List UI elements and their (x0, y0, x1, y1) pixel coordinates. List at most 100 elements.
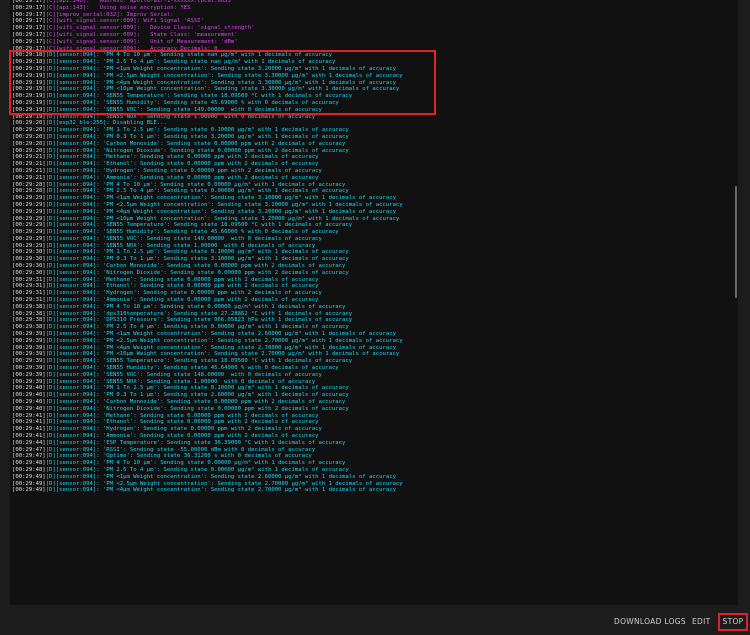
log-line: [00:29:31][D][sensor:094]: 'Hydrogen': S… (12, 290, 732, 297)
log-timestamp: [00:29:19] (12, 93, 46, 100)
log-message: [D][sensor:094]: 'PM <10µm Weight concen… (45, 215, 400, 222)
log-line: [00:29:20][D][sensor:094]: 'PM 0.3 To 1 … (12, 134, 732, 141)
log-line: [00:29:49][D][sensor:094]: 'PM <1µm Weig… (12, 474, 732, 481)
log-line: [00:29:19][D][sensor:094]: 'SEN55 VOC': … (12, 107, 732, 114)
log-timestamp: [00:29:39] (12, 365, 46, 372)
log-line: [00:29:30][D][sensor:094]: 'PM 0.3 To 1 … (12, 256, 732, 263)
log-timestamp: [00:29:38] (12, 324, 46, 331)
log-timestamp: [00:29:17] (12, 11, 46, 18)
log-timestamp: [00:29:49] (12, 480, 46, 487)
log-timestamp: [00:29:38] (12, 303, 46, 310)
log-timestamp: [00:29:20] (12, 127, 46, 134)
log-timestamp: [00:29:21] (12, 174, 46, 181)
log-timestamp: [00:29:39] (12, 351, 46, 358)
log-timestamp: [00:29:17] (12, 25, 46, 32)
log-line: [00:29:39][D][sensor:094]: 'SEN55 VOC': … (12, 372, 732, 379)
log-timestamp: [00:29:30] (12, 263, 46, 270)
log-output-panel[interactable]: [00:29:17][C][api:140]: Address: apollo-… (10, 0, 738, 605)
download-logs-button[interactable]: DOWNLOAD LOGS (614, 615, 686, 629)
log-message: [D][sensor:094]: 'PM <4µm Weight concent… (45, 208, 396, 215)
log-line: [00:29:39][D][sensor:094]: 'PM <4µm Weig… (12, 345, 732, 352)
log-line: [00:29:20][D][esp32_ble:255]: Disabling … (12, 120, 732, 127)
log-line: [00:29:31][D][sensor:094]: 'Ammonia': Se… (12, 297, 732, 304)
log-line: [00:29:28][D][sensor:094]: 'PM 2.5 To 4 … (12, 188, 732, 195)
log-line: [00:29:41][D][sensor:094]: 'Ammonia': Se… (12, 433, 732, 440)
log-message: [D][sensor:094]: 'RSSI': Sending state -… (45, 446, 316, 453)
log-message: [D][sensor:094]: 'PM 4 To 10 µm': Sendin… (45, 181, 346, 188)
log-timestamp: [00:29:40] (12, 385, 46, 392)
log-line: [00:29:41][D][sensor:094]: 'Ethanol': Se… (12, 419, 732, 426)
log-message: [D][sensor:094]: 'PM 4 To 10 µm': Sendin… (45, 303, 346, 310)
log-message: [D][sensor:094]: 'PM <1µm Weight concent… (45, 195, 396, 202)
log-timestamp: [00:29:39] (12, 371, 46, 378)
log-line: [00:29:21][D][sensor:094]: 'Ammonia': Se… (12, 175, 732, 182)
log-timestamp: [00:29:39] (12, 358, 46, 365)
log-line: [00:29:29][D][sensor:094]: 'SEN55 Temper… (12, 222, 732, 229)
log-timestamp: [00:29:19] (12, 79, 46, 86)
log-timestamp: [00:29:17] (12, 4, 46, 11)
scrollbar-thumb[interactable] (735, 186, 737, 298)
log-timestamp: [00:29:29] (12, 222, 46, 229)
log-message: [D][sensor:094]: 'PM <2.5µm Weight conce… (45, 337, 403, 344)
log-lines: [00:29:17][C][api:140]: Address: apollo-… (12, 0, 732, 494)
log-timestamp: [00:29:39] (12, 378, 46, 385)
log-timestamp: [00:29:31] (12, 290, 46, 297)
log-line: [00:29:44][D][sensor:094]: 'ESP Temperat… (12, 440, 732, 447)
log-timestamp: [00:29:31] (12, 283, 46, 290)
log-timestamp: [00:29:17] (12, 31, 46, 38)
log-message: [D][sensor:094]: 'SEN55 NOX': Sending st… (45, 242, 316, 249)
log-line: [00:29:29][D][sensor:094]: 'PM <4µm Weig… (12, 209, 732, 216)
log-line: [00:29:30][D][sensor:094]: 'Nitrogen Dio… (12, 270, 732, 277)
edit-button[interactable]: EDIT (692, 615, 711, 629)
log-timestamp: [00:29:18] (12, 59, 46, 66)
log-line: [00:29:39][D][sensor:094]: 'SEN55 NOX': … (12, 379, 732, 386)
log-message: [C][wifi_signal.sensor:009]: WiFi Signal… (45, 18, 204, 25)
log-timestamp: [00:29:39] (12, 337, 46, 344)
log-line: [00:29:19][D][sensor:094]: 'SEN55 Humidi… (12, 100, 732, 107)
log-line: [00:29:19][D][sensor:094]: 'PM <1µm Weig… (12, 66, 732, 73)
log-timestamp: [00:29:17] (12, 0, 46, 4)
log-line: [00:29:38][D][sensor:094]: 'DPS310 Press… (12, 317, 732, 324)
log-message: [D][sensor:094]: 'Ammonia': Sending stat… (45, 433, 319, 439)
footer-toolbar: DOWNLOAD LOGS EDIT STOP (0, 605, 750, 635)
log-timestamp: [00:29:20] (12, 120, 46, 127)
log-message: [D][sensor:094]: 'Hydrogen': Sending sta… (45, 167, 322, 174)
log-timestamp: [00:29:41] (12, 426, 46, 433)
log-timestamp: [00:29:39] (12, 331, 46, 338)
log-line: [00:29:29][D][sensor:094]: 'PM <2.5µm We… (12, 202, 732, 209)
log-timestamp: [00:29:48] (12, 460, 46, 467)
log-message: [C][wifi_signal.sensor:009]: Device Clas… (45, 25, 255, 32)
log-line: [00:29:39][D][sensor:094]: 'PM <2.5µm We… (12, 338, 732, 345)
log-message: [D][sensor:094]: 'Carbon Monoxide': Send… (45, 399, 346, 406)
log-timestamp: [00:29:47] (12, 446, 46, 453)
log-message: [D][sensor:094]: 'PM <1µm Weight concent… (45, 331, 396, 338)
log-line: [00:29:47][D][sensor:094]: 'Uptime': Sen… (12, 453, 732, 460)
log-timestamp: [00:29:19] (12, 72, 46, 79)
log-timestamp: [00:29:17] (12, 38, 46, 45)
log-line: [00:29:49][D][sensor:094]: 'PM <2.5µm We… (12, 481, 732, 488)
log-message: [D][sensor:094]: 'PM 2.5 To 4 µm': Sendi… (45, 188, 349, 195)
log-line: [00:29:38][D][sensor:094]: 'PM 2.5 To 4 … (12, 324, 732, 331)
log-line: [00:29:38][D][sensor:094]: 'PM 4 To 10 µ… (12, 304, 732, 311)
log-timestamp: [00:29:47] (12, 453, 46, 460)
log-line: [00:29:49][D][sensor:094]: 'PM <4µm Weig… (12, 487, 732, 494)
stop-button[interactable]: STOP (718, 613, 748, 631)
log-timestamp: [00:29:20] (12, 133, 46, 140)
log-message: [D][sensor:094]: 'Ethanol': Sending stat… (45, 161, 319, 168)
log-line: [00:29:30][D][sensor:094]: 'Carbon Monox… (12, 263, 732, 270)
log-line: [00:29:18][D][sensor:094]: 'PM 2.5 To 4 … (12, 59, 732, 66)
log-message: [D][sensor:094]: 'Ammonia': Sending stat… (45, 174, 319, 181)
log-message: [D][sensor:094]: 'SEN55 NOX': Sending st… (45, 113, 316, 120)
log-line: [00:29:29][D][sensor:094]: 'SEN55 VOC': … (12, 236, 732, 243)
log-timestamp: [00:29:38] (12, 310, 46, 317)
log-line: [00:29:19][D][sensor:094]: 'PM <4µm Weig… (12, 80, 732, 87)
log-message: [D][sensor:094]: 'PM <4µm Weight concent… (45, 487, 396, 494)
log-line: [00:29:21][D][sensor:094]: 'Ethanol': Se… (12, 161, 732, 168)
log-message: [D][sensor:094]: 'PM 2.5 To 4 µm': Sendi… (45, 59, 336, 66)
log-line: [00:29:17][C][wifi_signal.sensor:009]: D… (12, 25, 732, 32)
log-line: [00:29:17][C][wifi_signal.sensor:009]: A… (12, 46, 732, 53)
log-message: [D][sensor:094]: 'PM 4 To 10 µm': Sendin… (45, 52, 332, 59)
log-timestamp: [00:29:41] (12, 419, 46, 426)
log-timestamp: [00:29:20] (12, 147, 46, 154)
log-timestamp: [00:29:21] (12, 154, 46, 161)
